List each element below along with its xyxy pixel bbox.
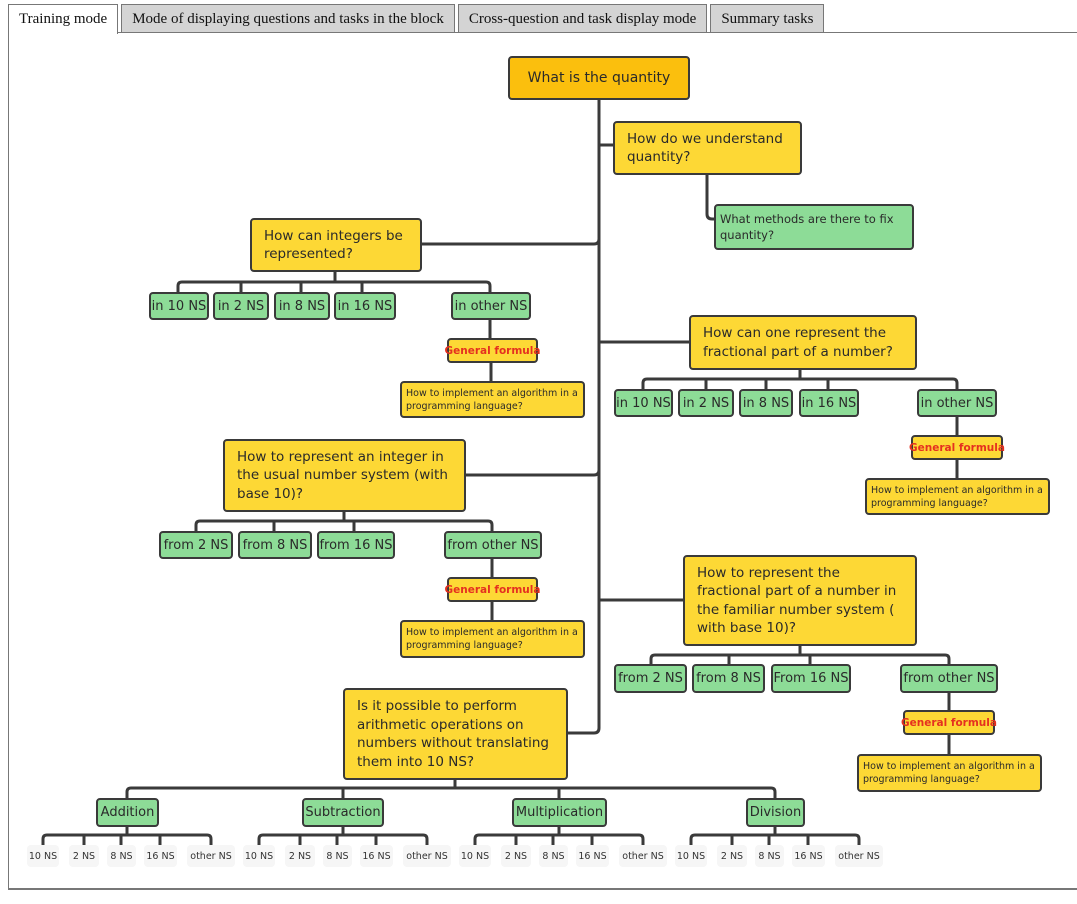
connector-integer-to-10	[463, 468, 601, 477]
answer-integer-from-2ns[interactable]: from 2 NS	[159, 531, 233, 559]
operation-addition[interactable]: Addition	[96, 798, 159, 827]
leaf-subtraction-8ns[interactable]: 8 NS	[323, 845, 352, 867]
connector-multiplication-leaves	[473, 824, 645, 847]
question-integer-to-base-10[interactable]: How to represent an integer in the usual…	[223, 439, 466, 512]
answer-integer-from-other-ns[interactable]: from other NS	[444, 531, 542, 559]
connector-fractional-children	[641, 366, 959, 393]
question-understand-quantity[interactable]: How do we understand quantity?	[613, 121, 802, 175]
leaf-addition-2ns[interactable]: 2 NS	[69, 845, 99, 867]
algorithm-fractional[interactable]: How to implement an algorithm in a progr…	[865, 478, 1050, 515]
leaf-addition-10ns[interactable]: 10 NS	[27, 845, 59, 867]
leaf-division-16ns[interactable]: 16 NS	[792, 845, 825, 867]
leaf-subtraction-10ns[interactable]: 10 NS	[243, 845, 275, 867]
question-integers-represented[interactable]: How can integers be represented?	[250, 218, 422, 272]
connector-subtraction-leaves	[257, 824, 429, 847]
connector-addition-leaves	[41, 824, 213, 847]
question-arithmetic-operations[interactable]: Is it possible to perform arithmetic ope…	[343, 688, 568, 780]
connector-fraction-to-10-children	[649, 643, 951, 668]
formula-fraction-to-10[interactable]: General formula	[901, 710, 997, 735]
tab-training-mode[interactable]: Training mode	[8, 4, 119, 34]
leaf-addition-16ns[interactable]: 16 NS	[144, 845, 177, 867]
leaf-multiplication-2ns[interactable]: 2 NS	[501, 845, 531, 867]
formula-integers[interactable]: General formula	[445, 338, 540, 363]
answer-integers-8ns[interactable]: in 8 NS	[274, 292, 330, 320]
answer-integers-2ns[interactable]: in 2 NS	[213, 292, 269, 320]
answer-integers-10ns[interactable]: in 10 NS	[149, 292, 209, 320]
connector-integer-to-10-children	[194, 509, 494, 534]
answer-fractional-8ns[interactable]: in 8 NS	[739, 389, 793, 417]
answer-fraction-from-2ns[interactable]: from 2 NS	[614, 664, 687, 693]
leaf-multiplication-other-ns[interactable]: other NS	[619, 845, 667, 867]
algorithm-integer-to-10[interactable]: How to implement an algorithm in a progr…	[400, 620, 585, 658]
question-methods-fix-quantity[interactable]: What methods are there to fix quantity?	[714, 204, 914, 250]
leaf-division-10ns[interactable]: 10 NS	[675, 845, 707, 867]
connector-integers-children	[176, 268, 492, 296]
formula-fractional[interactable]: General formula	[909, 435, 1005, 460]
operation-division[interactable]: Division	[746, 798, 805, 827]
operation-multiplication[interactable]: Multiplication	[512, 798, 607, 827]
answer-integers-other-ns[interactable]: in other NS	[451, 292, 531, 320]
leaf-division-8ns[interactable]: 8 NS	[755, 845, 784, 867]
answer-integer-from-8ns[interactable]: from 8 NS	[238, 531, 312, 559]
leaf-subtraction-16ns[interactable]: 16 NS	[360, 845, 393, 867]
operation-subtraction[interactable]: Subtraction	[302, 798, 384, 827]
formula-integer-to-10[interactable]: General formula	[445, 577, 540, 602]
mind-map: What is the quantity How do we understan…	[0, 0, 1077, 904]
leaf-multiplication-10ns[interactable]: 10 NS	[459, 845, 491, 867]
connector-arithmetic-children	[125, 777, 777, 800]
question-fractional-part[interactable]: How can one represent the fractional par…	[689, 315, 917, 370]
connector-division-leaves	[689, 824, 861, 847]
connector-integers	[418, 237, 601, 246]
answer-fractional-other-ns[interactable]: in other NS	[917, 389, 997, 417]
root-node[interactable]: What is the quantity	[508, 56, 690, 100]
leaf-division-2ns[interactable]: 2 NS	[717, 845, 747, 867]
answer-fraction-from-16ns[interactable]: From 16 NS	[771, 664, 851, 693]
algorithm-fraction-to-10[interactable]: How to implement an algorithm in a progr…	[857, 754, 1042, 792]
answer-fractional-10ns[interactable]: in 10 NS	[614, 389, 673, 417]
answer-integers-16ns[interactable]: in 16 NS	[334, 292, 396, 320]
leaf-addition-other-ns[interactable]: other NS	[187, 845, 235, 867]
leaf-subtraction-other-ns[interactable]: other NS	[403, 845, 451, 867]
leaf-multiplication-16ns[interactable]: 16 NS	[576, 845, 609, 867]
leaf-division-other-ns[interactable]: other NS	[835, 845, 883, 867]
answer-fractional-2ns[interactable]: in 2 NS	[678, 389, 734, 417]
leaf-multiplication-8ns[interactable]: 8 NS	[539, 845, 568, 867]
answer-fraction-from-8ns[interactable]: from 8 NS	[692, 664, 765, 693]
answer-integer-from-16ns[interactable]: from 16 NS	[317, 531, 395, 559]
answer-fractional-16ns[interactable]: in 16 NS	[799, 389, 859, 417]
leaf-addition-8ns[interactable]: 8 NS	[107, 845, 136, 867]
leaf-subtraction-2ns[interactable]: 2 NS	[285, 845, 315, 867]
algorithm-integers[interactable]: How to implement an algorithm in a progr…	[400, 381, 585, 418]
answer-fraction-from-other-ns[interactable]: from other NS	[900, 664, 998, 693]
question-fraction-to-base-10[interactable]: How to represent the fractional part of …	[683, 555, 917, 646]
